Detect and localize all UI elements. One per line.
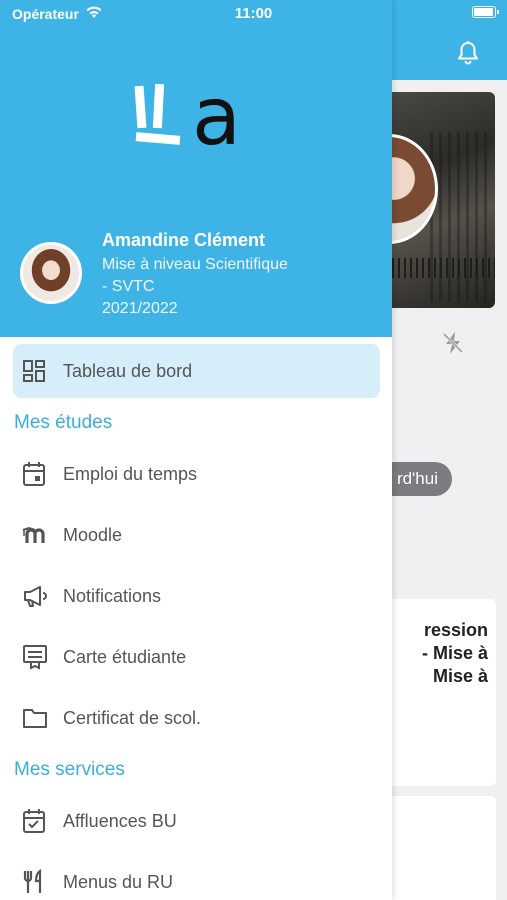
section-title-services: Mes services — [14, 759, 125, 780]
profile-program: Mise à niveau Scientifique — [102, 256, 288, 273]
status-bar: Opérateur 11:00 — [0, 0, 507, 28]
menu-item-moodle[interactable]: Moodle — [22, 517, 372, 553]
menu-item-label: Certificat de scol. — [63, 707, 202, 728]
university-logo: a — [134, 82, 264, 152]
calendar-icon — [22, 460, 52, 488]
battery-icon — [472, 6, 499, 18]
folder-icon — [22, 704, 52, 732]
drawer-header: a Amandine Clément Mise à niveau Scienti… — [0, 0, 392, 337]
student-card-icon — [22, 643, 52, 671]
profile-details: Mise à niveau Scientifique - SVTC 2021/2… — [102, 254, 288, 320]
calendar-check-icon — [22, 807, 52, 835]
menu-item-student-card[interactable]: Carte étudiante — [22, 639, 372, 675]
menu-item-label: Affluences BU — [63, 810, 177, 831]
menu-item-notifications[interactable]: Notifications — [22, 578, 372, 614]
profile-name: Amandine Clément — [102, 230, 266, 250]
menu-item-restaurant-menus[interactable]: Menus du RU — [22, 864, 372, 900]
lightning-off-icon[interactable] — [440, 330, 466, 356]
menu-item-label: Menus du RU — [63, 871, 174, 892]
bell-icon[interactable] — [456, 40, 480, 66]
menu-item-label: Tableau de bord — [63, 360, 193, 381]
section-title-studies: Mes études — [14, 412, 113, 433]
menu-item-label: Notifications — [63, 585, 162, 606]
menu-item-library-attendance[interactable]: Affluences BU — [22, 803, 372, 839]
fork-knife-icon — [22, 868, 52, 896]
dashboard-icon — [22, 357, 52, 385]
menu-item-schedule[interactable]: Emploi du temps — [22, 456, 372, 492]
moodle-icon — [22, 521, 52, 549]
menu-item-certificate[interactable]: Certificat de scol. — [22, 700, 372, 736]
profile-year: 2021/2022 — [102, 300, 178, 317]
svg-text:a: a — [192, 82, 241, 152]
profile-program-line2: - SVTC — [102, 278, 155, 295]
clock: 11:00 — [234, 5, 273, 22]
navigation-drawer: a Amandine Clément Mise à niveau Scienti… — [0, 0, 392, 900]
menu-item-dashboard[interactable]: Tableau de bord — [22, 353, 372, 389]
menu-item-label: Carte étudiante — [63, 646, 187, 667]
menu-item-label: Moodle — [63, 524, 123, 545]
avatar[interactable] — [20, 242, 82, 304]
megaphone-icon — [22, 582, 52, 610]
menu-item-label: Emploi du temps — [63, 463, 198, 484]
